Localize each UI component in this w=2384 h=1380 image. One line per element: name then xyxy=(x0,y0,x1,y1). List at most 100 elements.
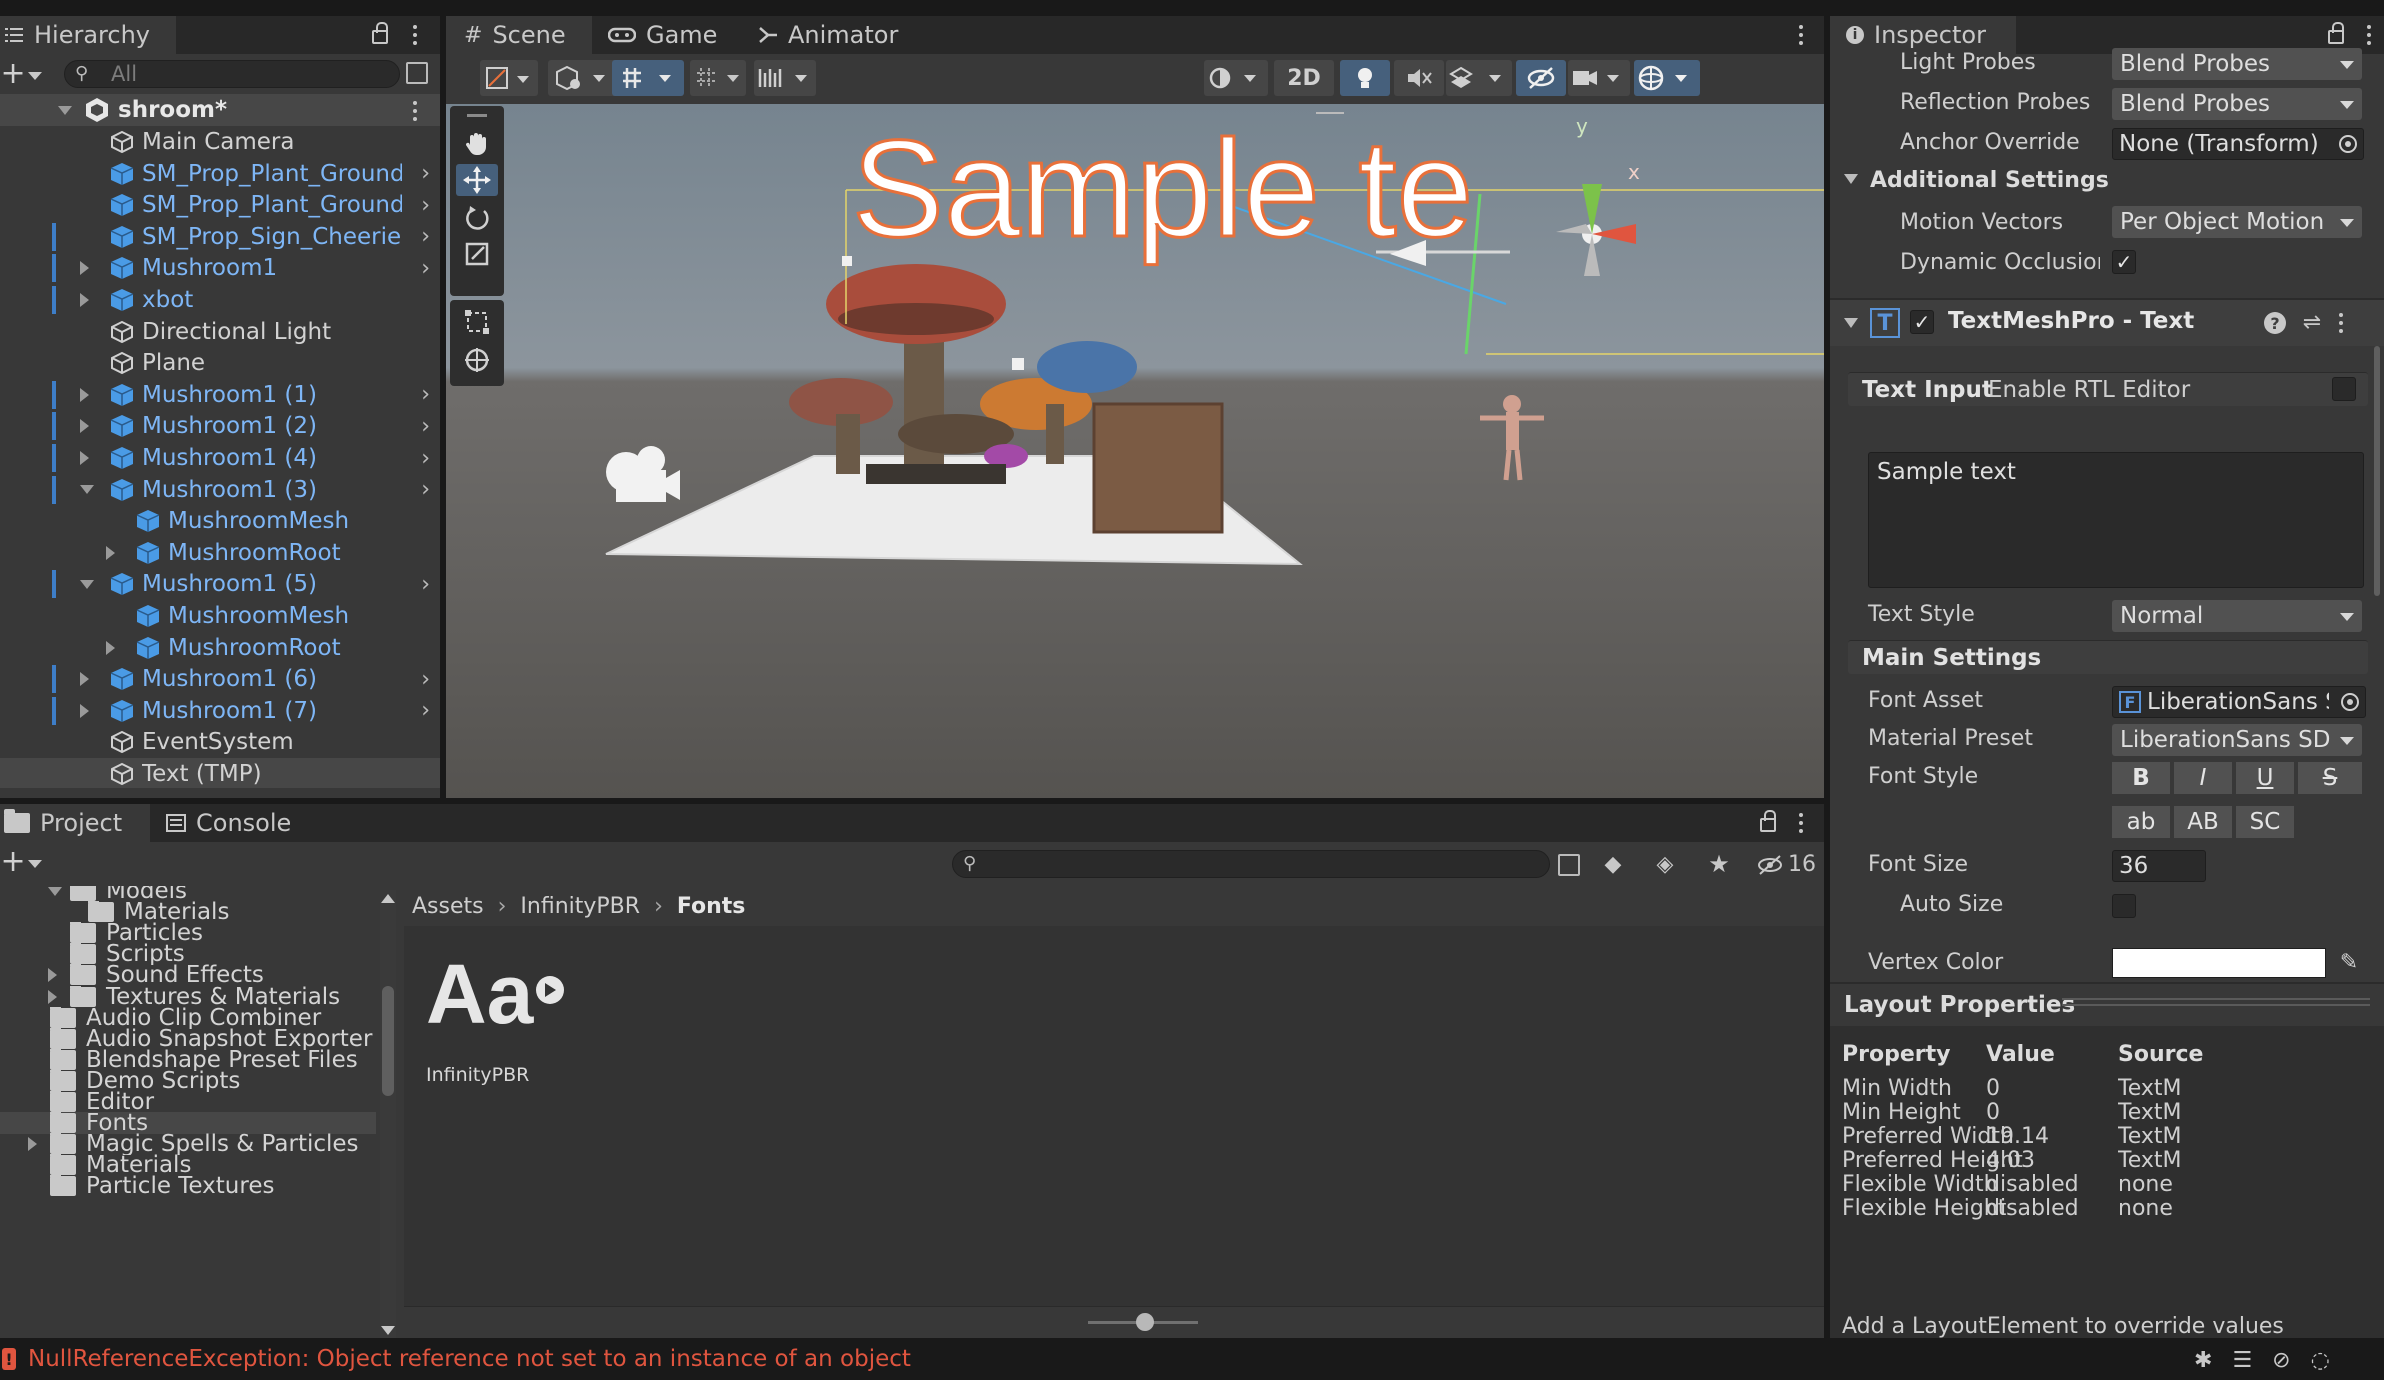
hierarchy-item[interactable]: Mushroom1 › xyxy=(0,252,440,284)
dynamic-occlusion-checkbox[interactable]: ✓ xyxy=(2112,250,2136,274)
open-prefab-chevron-icon[interactable]: › xyxy=(421,382,430,407)
fold-arrow-icon[interactable] xyxy=(48,989,57,1004)
fold-arrow-icon[interactable] xyxy=(106,640,115,655)
folder-item[interactable]: Materials xyxy=(0,1154,380,1176)
hierarchy-item[interactable]: Mushroom1 (6) › xyxy=(0,663,440,695)
font-asset-field[interactable]: F LiberationSans SDF xyxy=(2112,686,2366,718)
smallcaps-button[interactable]: SC xyxy=(2236,806,2294,838)
fold-arrow-icon[interactable] xyxy=(1844,318,1858,328)
lighting-toggle-button[interactable] xyxy=(1340,60,1390,96)
hierarchy-item[interactable]: xbot xyxy=(0,284,440,316)
open-prefab-chevron-icon[interactable]: › xyxy=(421,414,430,439)
open-prefab-chevron-icon[interactable]: › xyxy=(421,256,430,281)
search-in-scene-icon[interactable] xyxy=(1558,854,1580,876)
folder-scroll-thumb[interactable] xyxy=(382,986,394,1096)
progress-icon[interactable]: ◌ xyxy=(2311,1348,2330,1373)
project-search-input[interactable]: ⚲ xyxy=(952,850,1550,878)
object-picker-icon[interactable] xyxy=(2341,693,2359,711)
hidden-packages-toggle[interactable]: 16 xyxy=(1756,852,1816,877)
hierarchy-item[interactable]: SM_Prop_Plant_Ground_ › xyxy=(0,158,440,190)
audio-toggle-button[interactable] xyxy=(1394,60,1444,96)
open-prefab-chevron-icon[interactable]: › xyxy=(421,572,430,597)
tab-project[interactable]: Project xyxy=(0,804,150,842)
hierarchy-item[interactable]: MushroomRoot xyxy=(0,537,440,569)
text-style-dropdown[interactable]: Normal xyxy=(2112,600,2362,632)
hierarchy-item[interactable]: Main Camera xyxy=(0,126,440,158)
help-icon[interactable]: ? xyxy=(2264,312,2286,334)
hierarchy-item[interactable]: Mushroom1 (5) › xyxy=(0,568,440,600)
palette-grip[interactable] xyxy=(467,114,487,117)
scroll-up-icon[interactable] xyxy=(381,894,395,903)
scale-tool-icon[interactable] xyxy=(456,238,498,270)
fold-arrow-icon[interactable] xyxy=(48,968,57,983)
font-asset-item[interactable]: Aa InfinityPBR xyxy=(426,946,576,1096)
favorite-star-icon[interactable]: ★ xyxy=(1706,850,1732,878)
italic-button[interactable]: I xyxy=(2174,762,2232,794)
scene-viewport[interactable]: Sample te y x xyxy=(446,104,1824,798)
hand-tool-icon[interactable] xyxy=(456,128,498,160)
gizmos-button[interactable] xyxy=(1634,60,1700,96)
open-prefab-chevron-icon[interactable]: › xyxy=(421,446,430,471)
folder-item[interactable]: Editor xyxy=(0,1091,380,1113)
fold-arrow-icon[interactable] xyxy=(80,261,89,276)
breadcrumb-assets[interactable]: Assets xyxy=(412,894,484,919)
bold-button[interactable]: B xyxy=(2112,762,2170,794)
add-icon[interactable]: + xyxy=(0,56,25,91)
folder-item[interactable]: Scripts xyxy=(0,943,380,965)
layout-properties-header[interactable]: Layout Properties xyxy=(1830,982,2384,1026)
tab-inspector[interactable]: i Inspector xyxy=(1830,16,2016,54)
hierarchy-item[interactable]: Mushroom1 (1) › xyxy=(0,379,440,411)
open-prefab-chevron-icon[interactable]: › xyxy=(421,667,430,692)
fold-arrow-icon[interactable] xyxy=(58,105,72,115)
folder-item[interactable]: Materials xyxy=(0,901,380,923)
add-asset-icon[interactable]: + xyxy=(0,844,25,879)
hierarchy-item[interactable]: Directional Light xyxy=(0,316,440,348)
object-picker-icon[interactable] xyxy=(2339,135,2357,153)
hierarchy-item[interactable]: Mushroom1 (2) › xyxy=(0,410,440,442)
fold-arrow-icon[interactable] xyxy=(80,451,89,465)
rtl-editor-checkbox[interactable] xyxy=(2332,377,2356,401)
eyedropper-icon[interactable]: ✎ xyxy=(2336,948,2362,976)
folder-item[interactable]: Audio Clip Combiner xyxy=(0,1006,380,1029)
open-prefab-chevron-icon[interactable]: › xyxy=(421,193,430,218)
project-menu-icon[interactable] xyxy=(1790,808,1812,838)
project-lock-icon[interactable] xyxy=(1760,810,1776,832)
hierarchy-item[interactable]: Mushroom1 (7) › xyxy=(0,695,440,727)
expand-asset-icon[interactable] xyxy=(536,976,564,1004)
scene-menu-icon[interactable] xyxy=(404,96,426,126)
world-text[interactable]: Sample te xyxy=(850,119,1474,260)
fold-arrow-icon[interactable] xyxy=(1844,174,1858,184)
inspector-scrollbar[interactable] xyxy=(2374,346,2380,596)
hierarchy-item[interactable]: SM_Prop_Sign_Cheeries › xyxy=(0,221,440,253)
lock-icon[interactable] xyxy=(372,22,388,44)
open-prefab-chevron-icon[interactable]: › xyxy=(421,477,430,502)
tab-animator[interactable]: Animator xyxy=(742,16,910,54)
component-menu-icon[interactable] xyxy=(2330,308,2352,338)
folder-item[interactable]: Demo Scripts xyxy=(0,1069,380,1092)
error-message[interactable]: NullReferenceException: Object reference… xyxy=(28,1346,911,1372)
fold-arrow-icon[interactable] xyxy=(80,387,89,402)
material-preset-dropdown[interactable]: LiberationSans SDF Material xyxy=(2112,724,2362,756)
strikethrough-button[interactable]: S xyxy=(2298,762,2362,794)
camera-settings-button[interactable] xyxy=(1568,60,1630,96)
scene-menu-icon[interactable] xyxy=(1790,20,1812,50)
open-prefab-chevron-icon[interactable]: › xyxy=(421,698,430,723)
move-tool-icon[interactable] xyxy=(456,164,498,196)
fold-arrow-icon[interactable] xyxy=(80,293,89,307)
light-probes-dropdown[interactable]: Blend Probes xyxy=(2112,48,2362,80)
transform-tool-icon[interactable] xyxy=(456,344,498,376)
folder-item[interactable]: Particle Textures xyxy=(0,1175,380,1197)
fold-arrow-icon[interactable] xyxy=(48,886,62,896)
reflection-probes-dropdown[interactable]: Blend Probes xyxy=(2112,88,2362,120)
breadcrumb-fonts[interactable]: Fonts xyxy=(677,894,746,919)
shading-mode-button[interactable] xyxy=(548,60,618,96)
open-prefab-chevron-icon[interactable]: › xyxy=(421,161,430,186)
underline-button[interactable]: U xyxy=(2236,762,2294,794)
hierarchy-item[interactable]: MushroomMesh xyxy=(0,505,440,537)
text-input-area[interactable]: Sample text xyxy=(1868,452,2364,588)
toggle-2d-button[interactable]: 2D xyxy=(1274,60,1334,96)
render-mode-button[interactable] xyxy=(1204,60,1268,96)
fold-arrow-icon[interactable] xyxy=(28,1137,37,1152)
inspector-menu-icon[interactable] xyxy=(2358,20,2380,50)
rect-tool-icon[interactable] xyxy=(456,306,498,338)
